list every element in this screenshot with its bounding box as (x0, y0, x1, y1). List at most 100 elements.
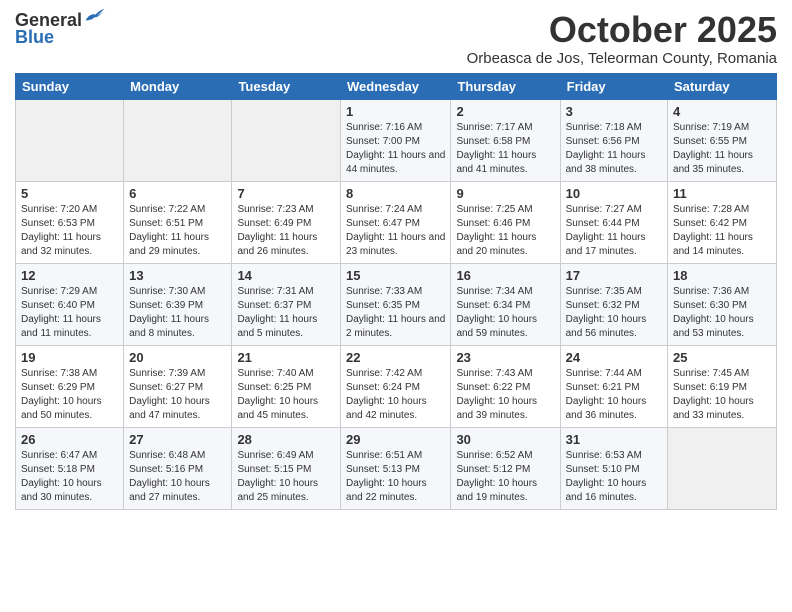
day-number: 29 (346, 432, 445, 447)
day-number: 2 (456, 104, 554, 119)
calendar-cell: 19 Sunrise: 7:38 AM Sunset: 6:29 PM Dayli… (16, 345, 124, 427)
calendar-cell (668, 427, 777, 509)
calendar-cell: 13 Sunrise: 7:30 AM Sunset: 6:39 PM Dayli… (124, 263, 232, 345)
day-info: Sunrise: 7:30 AM Sunset: 6:39 PM Dayligh… (129, 285, 226, 341)
calendar-cell: 23Sunrise: 7:43 AM Sunset: 6:22 PM Dayli… (451, 345, 560, 427)
day-number: 14 (237, 268, 335, 283)
day-number: 10 (566, 186, 662, 201)
calendar-cell: 22 Sunrise: 7:42 AM Sunset: 6:24 PM Dayli… (341, 345, 451, 427)
day-number: 6 (129, 186, 226, 201)
day-number: 16 (456, 268, 554, 283)
calendar-cell: 4 Sunrise: 7:19 AM Sunset: 6:55 PM Daylig… (668, 99, 777, 181)
calendar-cell: 1Sunrise: 7:16 AM Sunset: 7:00 PM Daylig… (341, 99, 451, 181)
day-info: Sunrise: 6:52 AM Sunset: 5:12 PM Dayligh… (456, 449, 554, 505)
day-number: 3 (566, 104, 662, 119)
day-info: Sunrise: 7:20 AM Sunset: 6:53 PM Dayligh… (21, 203, 118, 259)
day-info: Sunrise: 7:35 AM Sunset: 6:32 PM Dayligh… (566, 285, 662, 341)
day-number: 15 (346, 268, 445, 283)
day-number: 21 (237, 350, 335, 365)
calendar-cell: 5 Sunrise: 7:20 AM Sunset: 6:53 PM Daylig… (16, 181, 124, 263)
calendar-week-4: 19 Sunrise: 7:38 AM Sunset: 6:29 PM Dayli… (16, 345, 777, 427)
day-info: Sunrise: 7:38 AM Sunset: 6:29 PM Dayligh… (21, 367, 118, 423)
logo-blue: Blue (15, 27, 54, 48)
day-number: 12 (21, 268, 118, 283)
day-info: Sunrise: 7:25 AM Sunset: 6:46 PM Dayligh… (456, 203, 554, 259)
day-info: Sunrise: 7:29 AM Sunset: 6:40 PM Dayligh… (21, 285, 118, 341)
calendar-cell: 7Sunrise: 7:23 AM Sunset: 6:49 PM Daylig… (232, 181, 341, 263)
day-info: Sunrise: 7:23 AM Sunset: 6:49 PM Dayligh… (237, 203, 335, 259)
day-number: 13 (129, 268, 226, 283)
day-info: Sunrise: 7:34 AM Sunset: 6:34 PM Dayligh… (456, 285, 554, 341)
calendar-table: SundayMondayTuesdayWednesdayThursdayFrid… (15, 73, 777, 510)
day-info: Sunrise: 7:44 AM Sunset: 6:21 PM Dayligh… (566, 367, 662, 423)
day-info: Sunrise: 7:42 AM Sunset: 6:24 PM Dayligh… (346, 367, 445, 423)
day-info: Sunrise: 7:18 AM Sunset: 6:56 PM Dayligh… (566, 121, 662, 177)
calendar-cell: 30 Sunrise: 6:52 AM Sunset: 5:12 PM Dayli… (451, 427, 560, 509)
weekday-header-tuesday: Tuesday (232, 73, 341, 99)
title-area: October 2025 Orbeasca de Jos, Teleorman … (467, 10, 777, 67)
month-title: October 2025 (467, 10, 777, 50)
calendar-cell: 24 Sunrise: 7:44 AM Sunset: 6:21 PM Dayli… (560, 345, 667, 427)
calendar-cell: 31Sunrise: 6:53 AM Sunset: 5:10 PM Dayli… (560, 427, 667, 509)
calendar-cell: 21 Sunrise: 7:40 AM Sunset: 6:25 PM Dayli… (232, 345, 341, 427)
day-number: 25 (673, 350, 771, 365)
day-number: 9 (456, 186, 554, 201)
calendar-cell (232, 99, 341, 181)
day-info: Sunrise: 7:36 AM Sunset: 6:30 PM Dayligh… (673, 285, 771, 341)
calendar-cell (16, 99, 124, 181)
day-number: 17 (566, 268, 662, 283)
day-info: Sunrise: 7:45 AM Sunset: 6:19 PM Dayligh… (673, 367, 771, 423)
calendar-cell: 12 Sunrise: 7:29 AM Sunset: 6:40 PM Dayli… (16, 263, 124, 345)
weekday-header-wednesday: Wednesday (341, 73, 451, 99)
day-info: Sunrise: 6:51 AM Sunset: 5:13 PM Dayligh… (346, 449, 445, 505)
day-info: Sunrise: 6:48 AM Sunset: 5:16 PM Dayligh… (129, 449, 226, 505)
day-info: Sunrise: 7:16 AM Sunset: 7:00 PM Dayligh… (346, 121, 445, 177)
calendar-cell: 27 Sunrise: 6:48 AM Sunset: 5:16 PM Dayli… (124, 427, 232, 509)
calendar-week-1: 1Sunrise: 7:16 AM Sunset: 7:00 PM Daylig… (16, 99, 777, 181)
day-number: 24 (566, 350, 662, 365)
header: General Blue October 2025 Orbeasca de Jo… (15, 10, 777, 67)
calendar-cell: 18 Sunrise: 7:36 AM Sunset: 6:30 PM Dayli… (668, 263, 777, 345)
calendar-cell: 10 Sunrise: 7:27 AM Sunset: 6:44 PM Dayli… (560, 181, 667, 263)
day-number: 18 (673, 268, 771, 283)
calendar-cell: 26 Sunrise: 6:47 AM Sunset: 5:18 PM Dayli… (16, 427, 124, 509)
day-number: 19 (21, 350, 118, 365)
day-info: Sunrise: 6:53 AM Sunset: 5:10 PM Dayligh… (566, 449, 662, 505)
weekday-header-friday: Friday (560, 73, 667, 99)
calendar-cell: 29 Sunrise: 6:51 AM Sunset: 5:13 PM Dayli… (341, 427, 451, 509)
day-number: 5 (21, 186, 118, 201)
day-number: 28 (237, 432, 335, 447)
day-number: 27 (129, 432, 226, 447)
day-info: Sunrise: 7:24 AM Sunset: 6:47 PM Dayligh… (346, 203, 445, 259)
day-info: Sunrise: 7:31 AM Sunset: 6:37 PM Dayligh… (237, 285, 335, 341)
weekday-header-row: SundayMondayTuesdayWednesdayThursdayFrid… (16, 73, 777, 99)
day-info: Sunrise: 6:47 AM Sunset: 5:18 PM Dayligh… (21, 449, 118, 505)
day-number: 22 (346, 350, 445, 365)
calendar-cell: 25 Sunrise: 7:45 AM Sunset: 6:19 PM Dayli… (668, 345, 777, 427)
day-number: 4 (673, 104, 771, 119)
day-number: 11 (673, 186, 771, 201)
day-info: Sunrise: 7:19 AM Sunset: 6:55 PM Dayligh… (673, 121, 771, 177)
calendar-cell: 8Sunrise: 7:24 AM Sunset: 6:47 PM Daylig… (341, 181, 451, 263)
calendar-cell: 28Sunrise: 6:49 AM Sunset: 5:15 PM Dayli… (232, 427, 341, 509)
calendar-week-5: 26 Sunrise: 6:47 AM Sunset: 5:18 PM Dayli… (16, 427, 777, 509)
day-info: Sunrise: 7:40 AM Sunset: 6:25 PM Dayligh… (237, 367, 335, 423)
day-info: Sunrise: 7:27 AM Sunset: 6:44 PM Dayligh… (566, 203, 662, 259)
day-info: Sunrise: 7:43 AM Sunset: 6:22 PM Dayligh… (456, 367, 554, 423)
day-info: Sunrise: 7:33 AM Sunset: 6:35 PM Dayligh… (346, 285, 445, 341)
calendar-cell: 3 Sunrise: 7:18 AM Sunset: 6:56 PM Daylig… (560, 99, 667, 181)
calendar-week-3: 12 Sunrise: 7:29 AM Sunset: 6:40 PM Dayli… (16, 263, 777, 345)
calendar-cell: 17 Sunrise: 7:35 AM Sunset: 6:32 PM Dayli… (560, 263, 667, 345)
day-number: 20 (129, 350, 226, 365)
day-info: Sunrise: 7:39 AM Sunset: 6:27 PM Dayligh… (129, 367, 226, 423)
calendar-cell: 16 Sunrise: 7:34 AM Sunset: 6:34 PM Dayli… (451, 263, 560, 345)
calendar-cell: 6Sunrise: 7:22 AM Sunset: 6:51 PM Daylig… (124, 181, 232, 263)
day-number: 26 (21, 432, 118, 447)
calendar-cell: 20 Sunrise: 7:39 AM Sunset: 6:27 PM Dayli… (124, 345, 232, 427)
day-number: 30 (456, 432, 554, 447)
calendar-cell: 11Sunrise: 7:28 AM Sunset: 6:42 PM Dayli… (668, 181, 777, 263)
logo-bird-icon (84, 5, 106, 27)
weekday-header-saturday: Saturday (668, 73, 777, 99)
calendar-cell: 9 Sunrise: 7:25 AM Sunset: 6:46 PM Daylig… (451, 181, 560, 263)
calendar-cell: 14 Sunrise: 7:31 AM Sunset: 6:37 PM Dayli… (232, 263, 341, 345)
